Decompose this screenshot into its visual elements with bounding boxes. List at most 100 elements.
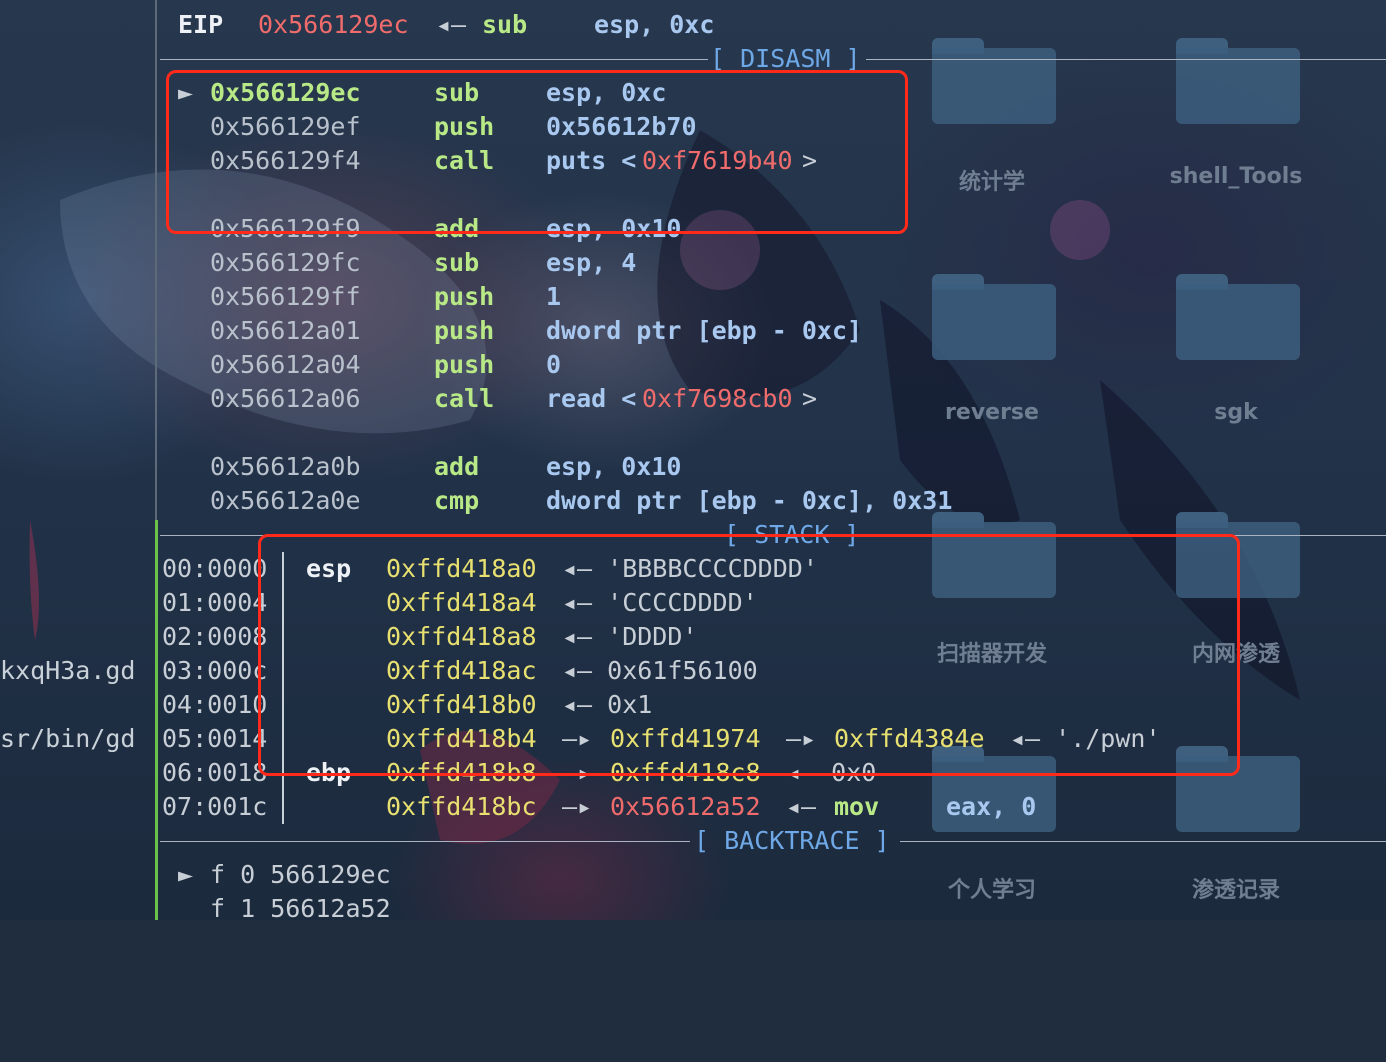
folder-label[interactable]: 内网渗透: [1156, 636, 1316, 668]
instruction-operands: dword ptr [ebp - 0xc]: [546, 316, 863, 345]
backtrace-marker: ►: [178, 860, 194, 889]
stack-address: 0xffd418a8: [386, 622, 537, 651]
stack-address: 0xffd418a0: [386, 554, 537, 583]
stack-address: 0xffd418b8: [386, 758, 537, 787]
instruction-address: 0x566129fc: [210, 248, 361, 277]
instruction-address: 0x56612a01: [210, 316, 361, 345]
instruction-address: 0x566129ef: [210, 112, 361, 141]
instruction-operands: esp, 0x10: [546, 214, 682, 243]
instruction-address: 0x56612a0e: [210, 486, 361, 515]
stack-offset: 03:000c: [162, 656, 268, 685]
instruction-mnemonic: push: [434, 112, 495, 141]
instruction-address: 0x566129ff: [210, 282, 361, 311]
left-pane-text: kxqH3a.gd: [0, 656, 136, 685]
instruction-operands: dword ptr [ebp - 0xc], 0x31: [546, 486, 953, 515]
disasm-header: [ DISASM ]: [160, 42, 1386, 76]
folder-icon[interactable]: [1176, 746, 1300, 832]
stack-value: ◂— 0x1: [562, 690, 653, 719]
stack-offset: 00:0000: [162, 554, 268, 583]
backtrace-frame: f 1 56612a52: [210, 894, 391, 923]
stack-offset: 04:0010: [162, 690, 268, 719]
instruction-operands: read <: [546, 384, 637, 413]
folder-icon[interactable]: [1176, 274, 1300, 360]
stack-value: ◂— 0x0: [786, 758, 877, 787]
disasm-line: ► 0x566129ec sub esp, 0xc: [178, 76, 878, 110]
stack-pointer: 0x56612a52: [610, 792, 761, 821]
folder-label[interactable]: shell_Tools: [1156, 164, 1316, 189]
instruction-mnemonic: mov: [834, 792, 880, 821]
stack-address: 0xffd418ac: [386, 656, 537, 685]
stack-header-label: [ STACK ]: [724, 520, 860, 549]
pointer-arrow: —▸: [562, 792, 593, 821]
instruction-address: 0x566129ec: [210, 78, 361, 107]
disasm-line: 0x56612a01 push dword ptr [ebp - 0xc]: [178, 314, 898, 348]
disasm-line: 0x566129f4 call puts < 0xf7619b40 >: [178, 144, 878, 178]
stack-value: ◂— 'CCCCDDDD': [562, 588, 758, 617]
stack-value: ◂— './pwn': [1010, 724, 1161, 753]
instruction-mnemonic: add: [434, 214, 480, 243]
pane-divider-active[interactable]: [155, 520, 158, 920]
folder-label[interactable]: 个人学习: [912, 872, 1072, 904]
stack-line: 07:001c 0xffd418bc —▸ 0x56612a52 ◂— mov …: [162, 790, 1162, 824]
instruction-operands: 1: [546, 282, 562, 311]
folder-label[interactable]: sgk: [1156, 400, 1316, 425]
instruction-address: 0x56612a06: [210, 384, 361, 413]
stack-offset: 02:0008: [162, 622, 268, 651]
disasm-line: 0x56612a0e cmp dword ptr [ebp - 0xc], 0x…: [178, 484, 998, 518]
stack-line: 06:0018 ebp 0xffd418b8 —▸ 0xffd418c8 ◂— …: [162, 756, 1162, 790]
eip-operands: esp, 0xc: [594, 10, 715, 39]
folder-label[interactable]: 统计学: [912, 164, 1072, 196]
disasm-line: 0x56612a04 push 0: [178, 348, 878, 382]
folder-icon[interactable]: [932, 274, 1056, 360]
stack-address: 0xffd418b0: [386, 690, 537, 719]
instruction-mnemonic: push: [434, 350, 495, 379]
instruction-operands: esp, 0x10: [546, 452, 682, 481]
stack-line: 02:0008 0xffd418a8 ◂— 'DDDD': [162, 620, 1162, 654]
symbol-address: 0xf7698cb0: [642, 384, 793, 413]
instruction-mnemonic: sub: [434, 248, 480, 277]
instruction-operands: eax, 0: [946, 792, 1037, 821]
symbol-close: >: [802, 146, 818, 175]
backtrace-line: ► f 0 566129ec: [178, 858, 578, 892]
stack-line: 01:0004 0xffd418a4 ◂— 'CCCCDDDD': [162, 586, 1162, 620]
disasm-line: 0x566129ff push 1: [178, 280, 878, 314]
instruction-mnemonic: push: [434, 282, 495, 311]
instruction-address: 0x566129f4: [210, 146, 361, 175]
eip-arrow: ◂—: [436, 10, 467, 39]
eip-line: EIP 0x566129ec ◂— sub esp, 0xc: [178, 8, 714, 42]
stack-address: 0xffd418b4: [386, 724, 537, 753]
stack-pointer: 0xffd4384e: [834, 724, 985, 753]
folder-label[interactable]: reverse: [912, 400, 1072, 425]
instruction-address: 0x56612a04: [210, 350, 361, 379]
backtrace-header: [ BACKTRACE ]: [160, 824, 1386, 858]
stack-address: 0xffd418a4: [386, 588, 537, 617]
instruction-mnemonic: call: [434, 384, 495, 413]
stack-register: ebp: [306, 758, 352, 787]
backtrace-line: f 1 56612a52: [178, 892, 578, 926]
instruction-mnemonic: sub: [434, 78, 480, 107]
stack-address: 0xffd418bc: [386, 792, 537, 821]
instruction-operands: esp, 0xc: [546, 78, 667, 107]
stack-line: 00:0000 esp 0xffd418a0 ◂— 'BBBBCCCCDDDD': [162, 552, 1162, 586]
instruction-operands: 0: [546, 350, 562, 379]
disasm-line: 0x566129f9 add esp, 0x10: [178, 212, 878, 246]
current-instruction-marker: ►: [178, 78, 194, 107]
disasm-line: 0x566129fc sub esp, 4: [178, 246, 878, 280]
eip-mnemonic: sub: [482, 10, 528, 39]
instruction-address: 0x566129f9: [210, 214, 361, 243]
instruction-mnemonic: push: [434, 316, 495, 345]
symbol-address: 0xf7619b40: [642, 146, 793, 175]
pointer-arrow: —▸: [786, 724, 817, 753]
left-pane-text: sr/bin/gd: [0, 724, 136, 753]
folder-label[interactable]: 渗透记录: [1156, 872, 1316, 904]
disasm-line: 0x566129ef push 0x56612b70: [178, 110, 878, 144]
stack-value: ◂— 'DDDD': [562, 622, 698, 651]
stack-offset: 05:0014: [162, 724, 268, 753]
stack-register: esp: [306, 554, 352, 583]
instruction-mnemonic: cmp: [434, 486, 480, 515]
backtrace-frame: f 0 566129ec: [210, 860, 391, 889]
stack-line: 04:0010 0xffd418b0 ◂— 0x1: [162, 688, 1162, 722]
symbol-close: >: [802, 384, 818, 413]
stack-header: [ STACK ]: [160, 518, 1386, 552]
stack-line: 03:000c 0xffd418ac ◂— 0x61f56100: [162, 654, 1162, 688]
